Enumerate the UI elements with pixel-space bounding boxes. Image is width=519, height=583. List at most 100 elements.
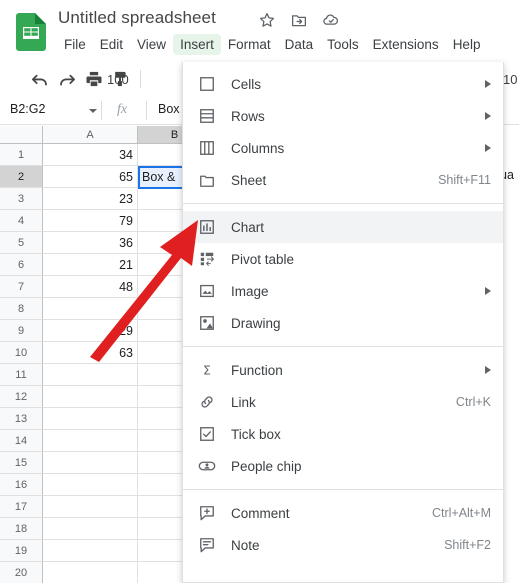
row-header[interactable]: 17 [0,496,43,518]
chart-icon [197,217,217,237]
row-header[interactable]: 10 [0,342,43,364]
menu-item-shortcut: Ctrl+K [455,395,491,409]
row-header[interactable]: 1 [0,144,43,166]
name-box[interactable]: B2:G2 [10,102,92,116]
menu-item-people-chip[interactable]: People chip [183,450,503,482]
cell-a18[interactable] [43,518,138,540]
row-header[interactable]: 20 [0,562,43,583]
document-title[interactable]: Untitled spreadsheet [58,8,216,28]
menu-view[interactable]: View [130,34,173,55]
cell-a2[interactable]: 65 [43,166,138,188]
menu-separator [183,346,503,347]
tick-box-icon [197,424,217,444]
cell-a7[interactable]: 48 [43,276,138,298]
cell-a14[interactable] [43,430,138,452]
menu-item-drawing[interactable]: Drawing [183,307,503,339]
print-icon[interactable] [84,69,104,89]
google-sheets-window: Untitled spreadsheet File Edit View Inse… [0,0,519,583]
menu-format[interactable]: Format [221,34,278,55]
menu-item-label: Sheet [231,172,267,188]
cell-a13[interactable] [43,408,138,430]
row-header[interactable]: 7 [0,276,43,298]
menu-item-note[interactable]: Note Shift+F2 [183,529,503,561]
undo-icon[interactable] [30,69,50,89]
menu-item-label: Chart [231,219,265,235]
menu-bar: File Edit View Insert Format Data Tools … [57,33,487,55]
menu-item-pivot-table[interactable]: Pivot table [183,243,503,275]
row-header[interactable]: 2 [0,166,43,188]
cell-a3[interactable]: 23 [43,188,138,210]
svg-text:Σ: Σ [203,363,211,378]
menu-edit[interactable]: Edit [93,34,130,55]
row-header[interactable]: 19 [0,540,43,562]
cell-a1[interactable]: 34 [43,144,138,166]
menu-item-label: Image [231,283,269,299]
row-header[interactable]: 11 [0,364,43,386]
formula-input[interactable]: Box [158,102,180,116]
menu-item-cells[interactable]: Cells [183,68,503,100]
drawing-icon [197,313,217,333]
cell-a10[interactable]: 63 [43,342,138,364]
row-header[interactable]: 6 [0,254,43,276]
cell-a17[interactable] [43,496,138,518]
people-chip-icon [197,456,217,476]
move-to-folder-icon[interactable] [290,11,308,29]
cell-a19[interactable] [43,540,138,562]
zoom-level-left[interactable]: 100 [107,72,129,87]
cell-a8[interactable] [43,298,138,320]
menu-help[interactable]: Help [446,34,488,55]
redo-icon[interactable] [57,69,77,89]
cell-a16[interactable] [43,474,138,496]
menu-insert[interactable]: Insert [173,33,221,55]
chevron-down-icon[interactable] [89,109,97,113]
menu-item-chart[interactable]: Chart [183,211,503,243]
image-icon [197,281,217,301]
cells-icon [197,74,217,94]
insert-dropdown-menu[interactable]: Cells Rows Columns Sheet Shift+F11 Chart Pivot… [182,62,504,583]
cell-a4[interactable]: 79 [43,210,138,232]
menu-data[interactable]: Data [278,34,321,55]
row-header[interactable]: 3 [0,188,43,210]
row-header[interactable]: 4 [0,210,43,232]
menu-item-label: Comment [231,505,290,521]
column-header-a[interactable]: A [43,126,138,144]
columns-icon [197,138,217,158]
menu-item-image[interactable]: Image [183,275,503,307]
zoom-level-right[interactable]: 10 [503,72,517,87]
row-header[interactable]: 12 [0,386,43,408]
cloud-saved-icon[interactable] [322,11,340,29]
cell-a6[interactable]: 21 [43,254,138,276]
row-header[interactable]: 5 [0,232,43,254]
select-all-corner[interactable] [0,126,43,144]
row-header[interactable]: 15 [0,452,43,474]
cell-a12[interactable] [43,386,138,408]
row-header[interactable]: 8 [0,298,43,320]
row-header[interactable]: 13 [0,408,43,430]
cell-a5[interactable]: 36 [43,232,138,254]
menu-item-function[interactable]: Σ Function [183,354,503,386]
menu-extensions[interactable]: Extensions [366,34,446,55]
row-header[interactable]: 9 [0,320,43,342]
menu-item-label: Pivot table [231,251,295,267]
menu-separator [183,203,503,204]
cell-a9[interactable]: 29 [43,320,138,342]
star-icon[interactable] [258,11,276,29]
cell-a11[interactable] [43,364,138,386]
menu-file[interactable]: File [57,34,93,55]
menu-item-shortcut: Ctrl+Alt+M [431,506,491,520]
row-header[interactable]: 14 [0,430,43,452]
row-header[interactable]: 18 [0,518,43,540]
menu-item-sheet[interactable]: Sheet Shift+F11 [183,164,503,196]
cell-a15[interactable] [43,452,138,474]
menu-item-comment[interactable]: Comment Ctrl+Alt+M [183,497,503,529]
menu-item-columns[interactable]: Columns [183,132,503,164]
menu-item-label: Cells [231,76,262,92]
menu-item-rows[interactable]: Rows [183,100,503,132]
row-header[interactable]: 16 [0,474,43,496]
cell-a20[interactable] [43,562,138,583]
menu-item-link[interactable]: Link Ctrl+K [183,386,503,418]
menu-item-tick-box[interactable]: Tick box [183,418,503,450]
menu-item-label: Tick box [231,426,281,442]
menu-tools[interactable]: Tools [320,34,366,55]
fx-icon: fx [117,102,128,117]
